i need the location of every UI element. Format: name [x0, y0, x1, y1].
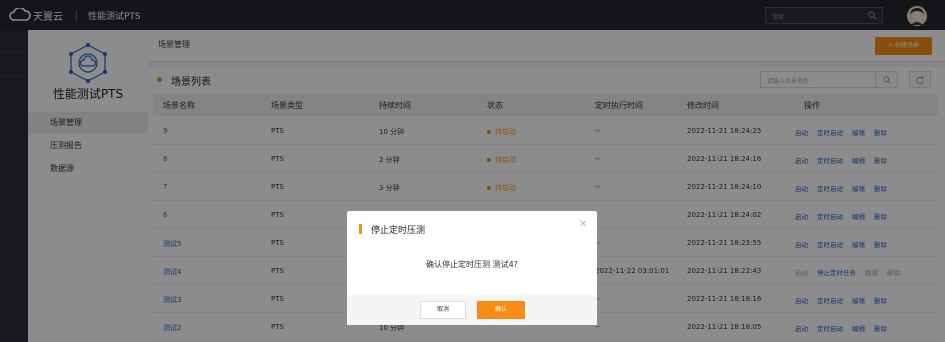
close-icon[interactable]: ✕ [579, 219, 587, 230]
dialog-message: 确认停止定时压测 测试4? [426, 260, 518, 269]
dialog-footer: 取消 确认 [347, 295, 597, 325]
confirm-button[interactable]: 确认 [477, 301, 525, 319]
dialog-title: 停止定时压测 [371, 226, 426, 236]
stop-schedule-dialog: 停止定时压测 ✕ 确认停止定时压测 测试4? 取消 确认 [347, 211, 597, 325]
cancel-button[interactable]: 取消 [420, 301, 466, 319]
title-accent-bar [359, 224, 362, 234]
